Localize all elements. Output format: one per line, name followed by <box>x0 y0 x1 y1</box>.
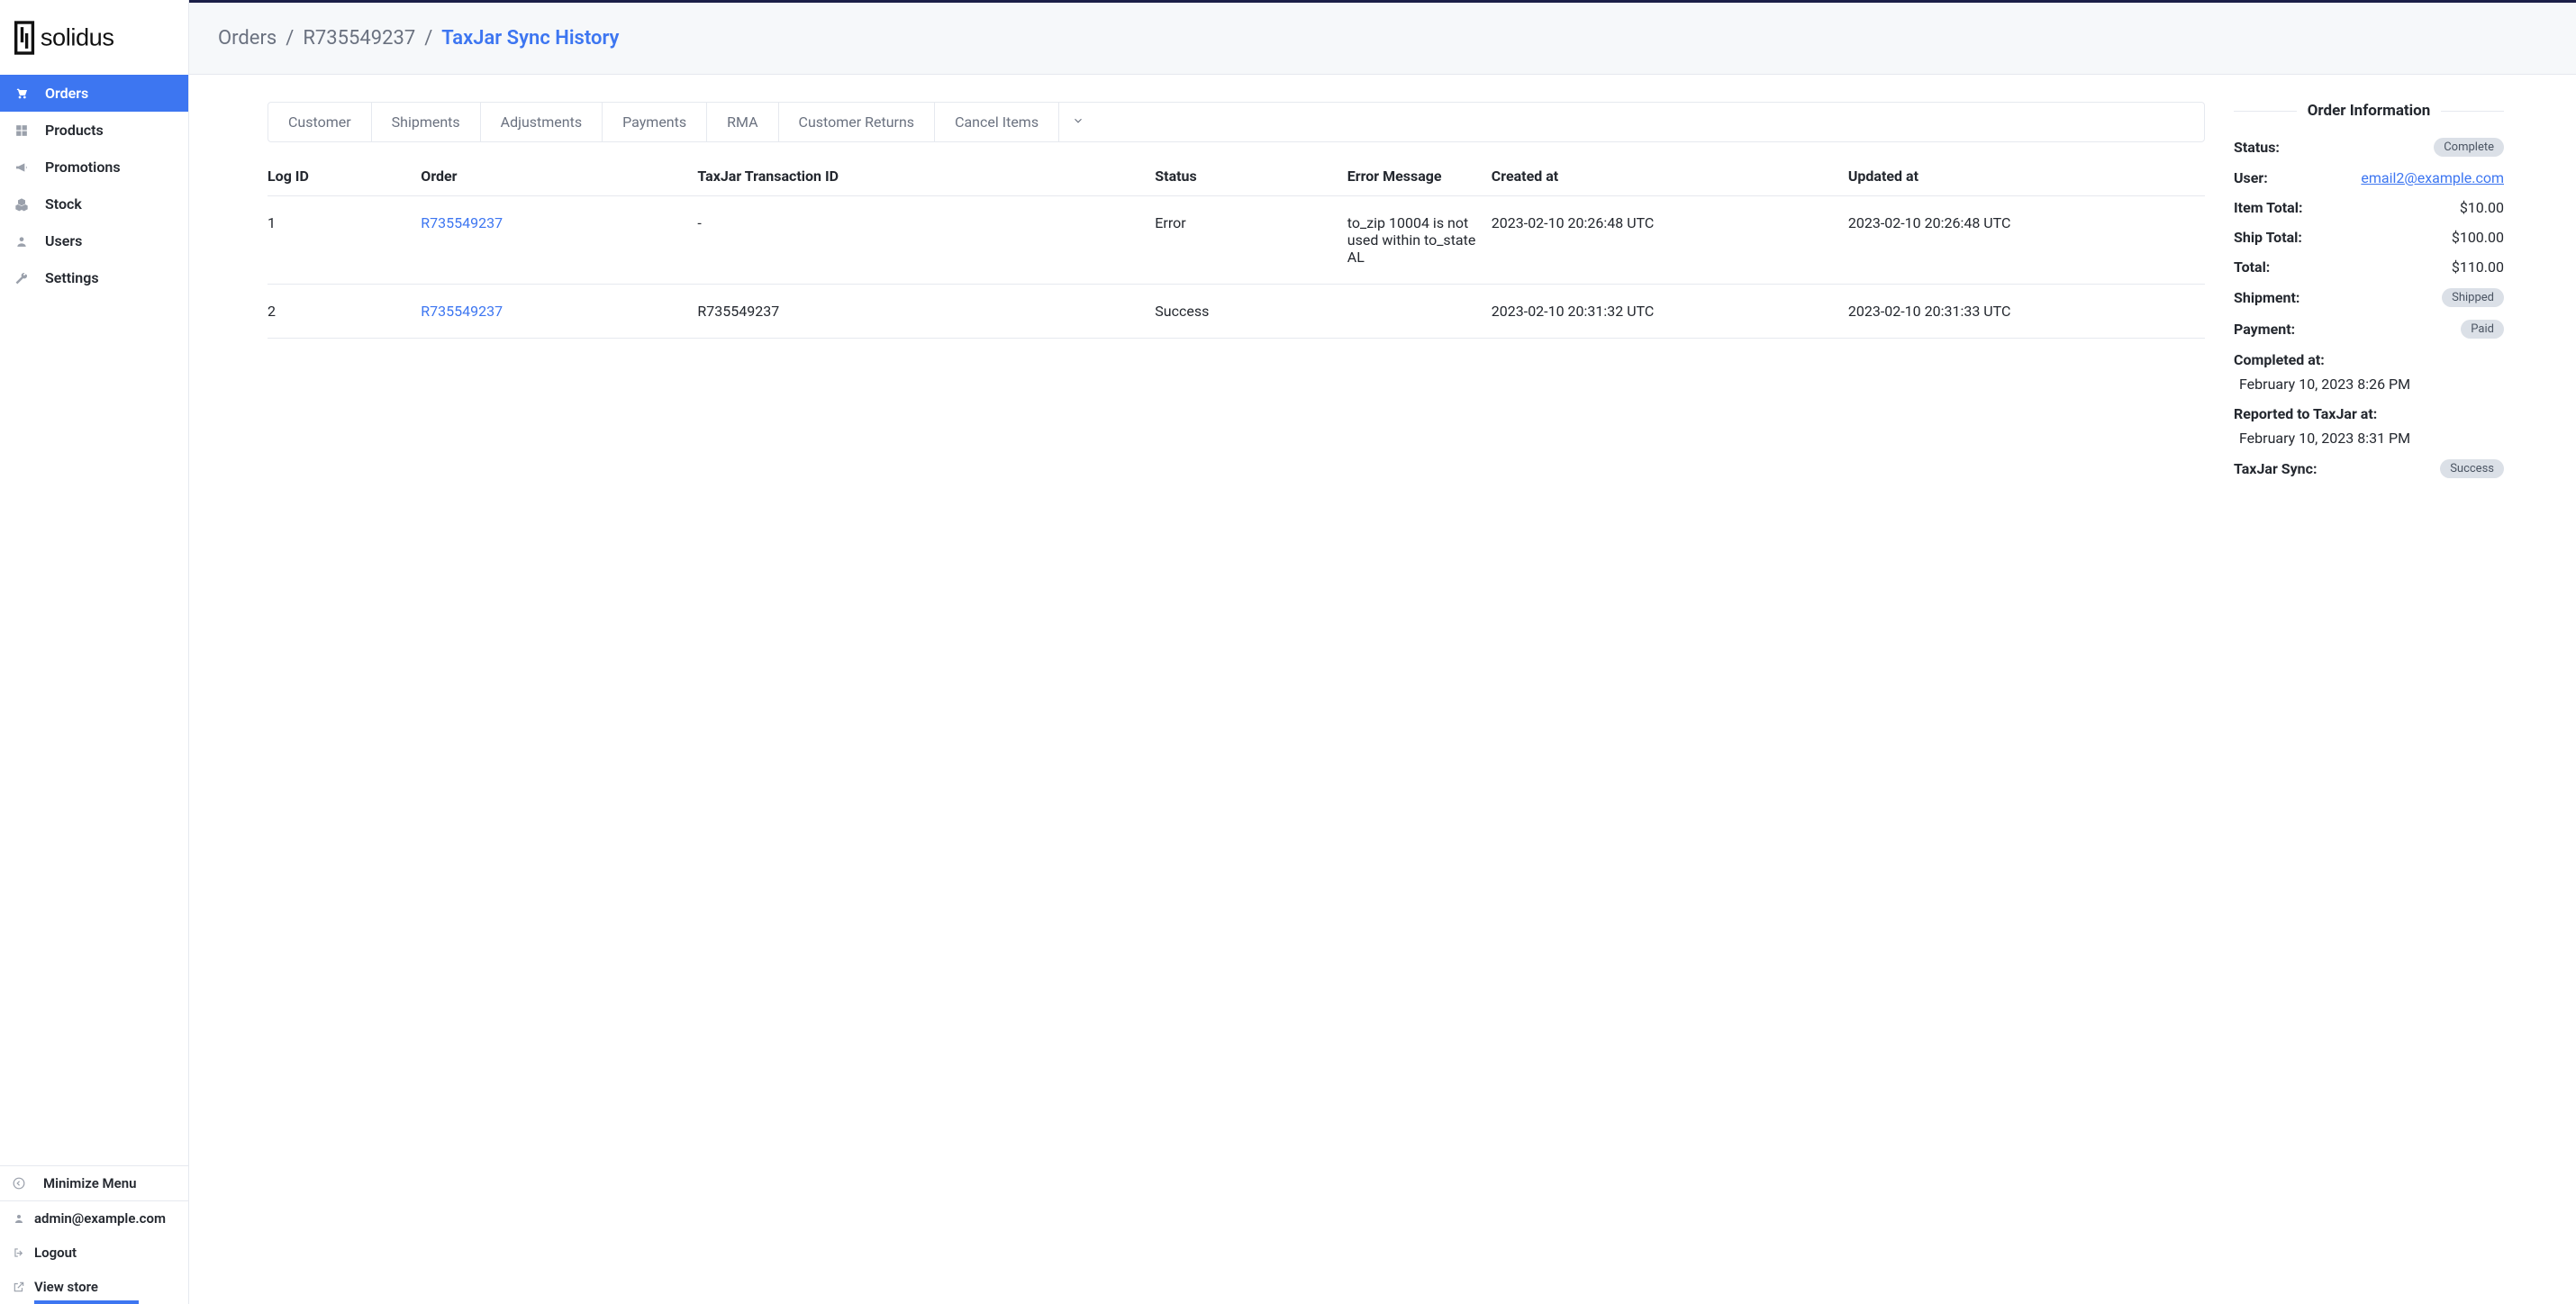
tab-rma[interactable]: RMA <box>707 103 778 141</box>
view-store[interactable]: View store <box>0 1270 188 1304</box>
reported-label: Reported to TaxJar at: <box>2234 405 2504 422</box>
ship-total-label: Ship Total: <box>2234 229 2302 246</box>
cell-status: Error <box>1155 196 1347 285</box>
th-updated: Updated at <box>1848 157 2205 196</box>
breadcrumb-current: TaxJar Sync History <box>441 27 619 50</box>
sidebar-item-label: Stock <box>45 195 82 213</box>
sidebar-item-settings[interactable]: Settings <box>0 259 188 296</box>
sidebar-item-label: Orders <box>45 85 88 102</box>
th-error: Error Message <box>1347 157 1492 196</box>
minimize-menu[interactable]: Minimize Menu <box>0 1166 188 1201</box>
tab-customer-returns[interactable]: Customer Returns <box>779 103 936 141</box>
sidebar-item-label: Settings <box>45 269 99 286</box>
order-link[interactable]: R735549237 <box>421 303 503 320</box>
th-created: Created at <box>1492 157 1848 196</box>
sidebar-item-label: Users <box>45 232 82 249</box>
admin-email: admin@example.com <box>34 1210 166 1227</box>
cell-created: 2023-02-10 20:26:48 UTC <box>1492 196 1848 285</box>
total-value: $110.00 <box>2452 258 2504 276</box>
payment-label: Payment: <box>2234 321 2295 338</box>
reported-value: February 10, 2023 8:31 PM <box>2234 430 2504 447</box>
cell-log-id: 2 <box>268 285 421 339</box>
wrench-icon <box>11 272 32 285</box>
sidebar-item-products[interactable]: Products <box>0 112 188 149</box>
breadcrumb: Orders / R735549237 / TaxJar Sync Histor… <box>189 3 2576 75</box>
cell-txn-id: R735549237 <box>697 285 1155 339</box>
tab-adjustments[interactable]: Adjustments <box>481 103 603 141</box>
tab-payments[interactable]: Payments <box>603 103 707 141</box>
status-badge: Complete <box>2434 138 2504 157</box>
table-row: 1 R735549237 - Error to_zip 10004 is not… <box>268 196 2205 285</box>
sync-label: TaxJar Sync: <box>2234 460 2317 477</box>
cell-updated: 2023-02-10 20:31:33 UTC <box>1848 285 2205 339</box>
svg-text:solidus: solidus <box>41 23 114 50</box>
breadcrumb-order-number[interactable]: R735549237 <box>303 27 415 50</box>
logo[interactable]: solidus <box>0 0 188 75</box>
grid-icon <box>11 124 32 137</box>
item-total-value: $10.00 <box>2460 199 2504 216</box>
main: Orders / R735549237 / TaxJar Sync Histor… <box>189 0 2576 1304</box>
breadcrumb-orders[interactable]: Orders <box>218 27 277 50</box>
order-info-panel: Order Information Status: Complete User:… <box>2234 102 2504 491</box>
cell-log-id: 1 <box>268 196 421 285</box>
user-link[interactable]: email2@example.com <box>2361 169 2504 186</box>
cell-status: Success <box>1155 285 1347 339</box>
shipment-label: Shipment: <box>2234 289 2299 306</box>
order-tabs: Customer Shipments Adjustments Payments … <box>268 102 2205 142</box>
logout-icon <box>11 1246 27 1259</box>
view-store-label: View store <box>34 1279 98 1295</box>
logout[interactable]: Logout <box>0 1236 188 1270</box>
cell-txn-id: - <box>697 196 1155 285</box>
cell-updated: 2023-02-10 20:26:48 UTC <box>1848 196 2205 285</box>
table-row: 2 R735549237 R735549237 Success 2023-02-… <box>268 285 2205 339</box>
cell-error <box>1347 285 1492 339</box>
sidebar: solidus Orders Products Promotions <box>0 0 189 1304</box>
th-txn-id: TaxJar Transaction ID <box>697 157 1155 196</box>
shipment-badge: Shipped <box>2442 288 2504 307</box>
minimize-label: Minimize Menu <box>43 1175 136 1191</box>
sidebar-item-promotions[interactable]: Promotions <box>0 149 188 186</box>
item-total-label: Item Total: <box>2234 199 2302 216</box>
cubes-icon <box>11 197 32 212</box>
completed-label: Completed at: <box>2234 351 2504 368</box>
sidebar-item-label: Products <box>45 122 104 139</box>
user-label: User: <box>2234 169 2268 186</box>
external-link-icon <box>11 1281 27 1293</box>
sidebar-item-stock[interactable]: Stock <box>0 186 188 222</box>
breadcrumb-sep: / <box>424 27 432 50</box>
th-log-id: Log ID <box>268 157 421 196</box>
order-link[interactable]: R735549237 <box>421 214 503 231</box>
breadcrumb-sep: / <box>286 27 294 50</box>
user-icon <box>11 235 32 248</box>
sidebar-footer: Minimize Menu admin@example.com Logout V… <box>0 1165 188 1304</box>
logout-label: Logout <box>34 1245 77 1261</box>
completed-value: February 10, 2023 8:26 PM <box>2234 376 2504 393</box>
sidebar-item-orders[interactable]: Orders <box>0 75 188 112</box>
cell-error: to_zip 10004 is not used within to_state… <box>1347 196 1492 285</box>
th-status: Status <box>1155 157 1347 196</box>
arrow-left-circle-icon <box>11 1177 27 1190</box>
tab-cancel-items[interactable]: Cancel Items <box>935 103 1059 141</box>
payment-badge: Paid <box>2461 320 2504 339</box>
user-icon <box>11 1213 27 1224</box>
total-label: Total: <box>2234 258 2270 276</box>
admin-account[interactable]: admin@example.com <box>0 1201 188 1236</box>
ship-total-value: $100.00 <box>2452 229 2504 246</box>
nav: Orders Products Promotions Stock <box>0 75 188 1165</box>
bullhorn-icon <box>11 160 32 175</box>
status-label: Status: <box>2234 139 2280 156</box>
cart-icon <box>11 86 32 101</box>
tab-more[interactable] <box>1059 103 1097 141</box>
tab-shipments[interactable]: Shipments <box>372 103 481 141</box>
order-info-header: Order Information <box>2234 102 2504 120</box>
th-order: Order <box>421 157 697 196</box>
cell-created: 2023-02-10 20:31:32 UTC <box>1492 285 1848 339</box>
tab-customer[interactable]: Customer <box>268 103 372 141</box>
sidebar-item-label: Promotions <box>45 158 121 176</box>
chevron-down-icon <box>1072 113 1084 131</box>
sync-badge: Success <box>2440 459 2504 478</box>
footer-accent-bar <box>34 1300 139 1304</box>
sidebar-item-users[interactable]: Users <box>0 222 188 259</box>
sync-log-table: Log ID Order TaxJar Transaction ID Statu… <box>268 157 2205 339</box>
